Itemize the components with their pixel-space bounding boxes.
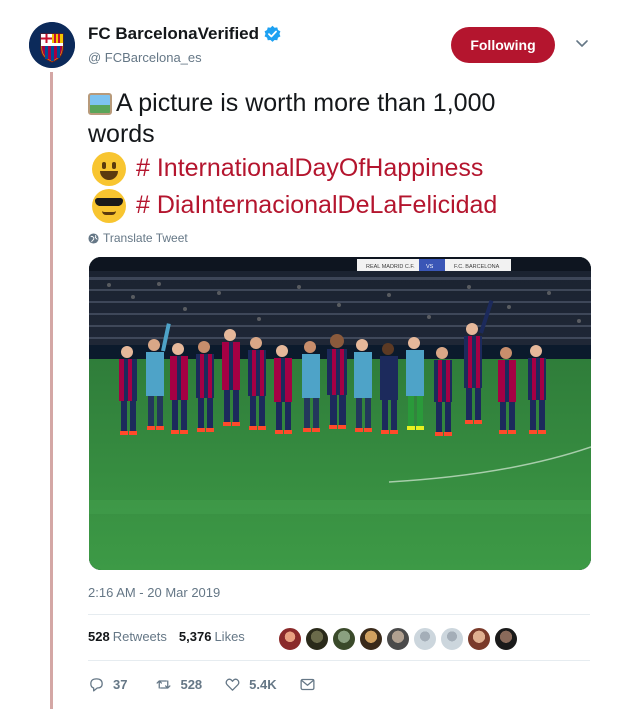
retweet-button[interactable]: 528	[155, 676, 202, 693]
tweet-photo[interactable]: REAL MADRID C.F. VS F.C. BARCELONA	[89, 257, 591, 570]
banner-mid: VS	[426, 264, 434, 270]
reply-button[interactable]: 37	[88, 676, 127, 693]
liker-avatar[interactable]	[413, 627, 437, 651]
display-name[interactable]: FC Barcelona Verified	[88, 24, 282, 44]
liker-avatar[interactable]	[332, 627, 356, 651]
framed-picture-emoji-icon	[88, 93, 112, 116]
tweet-line-4: # DiaInternacionalDeLaFelicidad	[88, 187, 588, 224]
chevron-down-icon[interactable]	[574, 38, 590, 50]
smile-emoji-icon	[92, 151, 126, 186]
like-button[interactable]: 5.4K	[224, 676, 277, 693]
translate-tweet-link[interactable]: Translate Tweet	[88, 231, 188, 245]
liker-avatar[interactable]	[494, 627, 518, 651]
liker-avatar[interactable]	[305, 627, 329, 651]
display-name-text: FC Barcelona	[88, 24, 198, 43]
timestamp[interactable]: 2:16 AM - 20 Mar 2019	[88, 585, 220, 600]
tweet-stats: 528 Retweets 5,376 Likes	[88, 629, 245, 644]
reply-count: 37	[113, 677, 128, 692]
liker-avatar[interactable]	[440, 627, 464, 651]
retweets-count: 528	[88, 629, 110, 644]
retweets-label: Retweets	[112, 629, 167, 644]
team-celebration-image: REAL MADRID C.F. VS F.C. BARCELONA	[89, 257, 591, 570]
tweet-actions: 37 528 5.4K	[88, 676, 346, 693]
handle[interactable]: @ FCBarcelona_es	[88, 50, 202, 65]
banner-right: F.C. BARCELONA	[454, 264, 500, 270]
tweet-line-3: # InternationalDayOfHappiness	[88, 150, 588, 187]
avatar[interactable]	[29, 22, 75, 68]
hashtag-felicidad[interactable]: # DiaInternacionalDeLaFelicidad	[136, 190, 497, 221]
likes-stat[interactable]: 5,376 Likes	[179, 629, 245, 644]
tweet-line-1-text: A picture is worth more than 1,000	[116, 89, 496, 117]
liker-avatar[interactable]	[386, 627, 410, 651]
message-icon	[300, 678, 315, 691]
hashtag-happiness[interactable]: # InternationalDayOfHappiness	[136, 153, 483, 184]
translate-label: Translate Tweet	[103, 231, 188, 245]
liker-avatar[interactable]	[278, 627, 302, 651]
likes-label: Likes	[214, 629, 245, 644]
thread-line	[50, 72, 53, 709]
reply-icon	[90, 678, 103, 692]
direct-message-button[interactable]	[299, 676, 324, 693]
banner-left: REAL MADRID C.F.	[366, 264, 415, 270]
verified-icon	[264, 25, 281, 42]
divider-top	[88, 614, 590, 615]
liker-avatars	[278, 627, 521, 651]
tweet-line-2: words	[88, 120, 155, 148]
likes-count: 5,376	[178, 629, 212, 644]
divider-bottom	[88, 660, 590, 661]
tweet-text: A picture is worth more than 1,000 words…	[88, 88, 588, 224]
retweet-icon	[156, 680, 171, 689]
tweet-line-1: A picture is worth more than 1,000	[88, 88, 588, 119]
liker-avatar[interactable]	[359, 627, 383, 651]
following-button[interactable]: Following	[451, 27, 555, 63]
retweets-stat[interactable]: 528 Retweets	[88, 629, 167, 644]
verified-text: Verified	[197, 24, 260, 43]
sunglasses-emoji-icon	[92, 188, 126, 223]
like-icon	[225, 678, 240, 691]
liker-avatar[interactable]	[467, 627, 491, 651]
like-count: 5.4K	[249, 677, 277, 692]
globe-icon	[88, 232, 99, 244]
fcb-crest-icon	[29, 22, 75, 68]
retweet-count: 528	[180, 677, 203, 692]
